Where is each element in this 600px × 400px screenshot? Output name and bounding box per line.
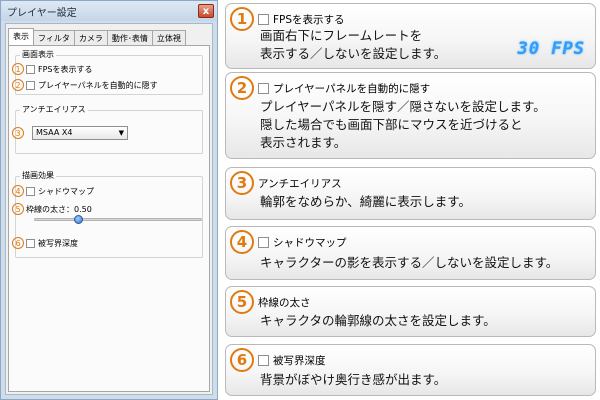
tab-strip: 表示 フィルタ カメラ 動作･表情 立体視	[8, 28, 186, 45]
card-header: 2 プレイヤーパネルを自動的に隠す	[230, 76, 430, 100]
callout-number: 2	[230, 76, 254, 100]
auto-hide-panel-label[interactable]: プレイヤーパネルを自動的に隠す	[38, 80, 158, 91]
tab-motion-expression[interactable]: 動作･表情	[106, 30, 153, 45]
description-line: キャラクターの影を表示する／しないを設定します。	[260, 255, 559, 270]
card-description: 輪郭をなめらか、綺麗に表示します。	[260, 193, 471, 211]
edge-width-label: 枠線の太さ：0.50	[26, 204, 92, 214]
card-title: シャドウマップ	[273, 236, 347, 249]
description-line: プレイヤーパネルを隠す／隠さないを設定します。	[260, 99, 546, 114]
depth-of-field-label[interactable]: 被写界深度	[38, 238, 78, 249]
card-description: プレイヤーパネルを隠す／隠さないを設定します。 隠した場合でも画面下部にマウスを…	[260, 98, 546, 152]
card-title: プレイヤーパネルを自動的に隠す	[273, 82, 431, 95]
help-card-edge-width: 5 枠線の太さ キャラクタの輪郭線の太さを設定します。	[225, 286, 596, 337]
card-header: 4 シャドウマップ	[230, 230, 347, 254]
edge-width-label-row: 5 枠線の太さ：0.50	[12, 203, 92, 215]
depth-of-field-checkbox[interactable]	[26, 238, 35, 248]
description-line: 表示する／しないを設定します。	[260, 46, 447, 61]
auto-hide-option-row: 2 プレイヤーパネルを自動的に隠す	[12, 79, 158, 91]
callout-number: 4	[230, 230, 254, 254]
dof-option-row: 6 被写界深度	[12, 237, 78, 249]
tab-panel-display: 画面表示 1 FPSを表示する 2 プレイヤーパネルを自動的に隠す アンチエイリ…	[8, 45, 210, 392]
callout-number: 6	[12, 237, 24, 249]
checkbox-icon	[258, 82, 269, 94]
card-header: 6 被写界深度	[230, 348, 326, 372]
callout-number: 3	[230, 171, 254, 195]
auto-hide-panel-checkbox[interactable]	[26, 80, 35, 90]
close-button[interactable]: x	[198, 4, 214, 18]
description-line: 輪郭をなめらか、綺麗に表示します。	[260, 194, 472, 209]
shadow-map-label[interactable]: シャドウマップ	[38, 186, 94, 197]
card-title: 被写界深度	[273, 354, 326, 367]
description-line: キャラクタの輪郭線の太さを設定します。	[260, 313, 496, 328]
window-client: 表示 フィルタ カメラ 動作･表情 立体視 画面表示 1 FPSを表示する 2 …	[5, 23, 213, 395]
player-settings-window: プレイヤー設定 x 表示 フィルタ カメラ 動作･表情 立体視 画面表示 1 F…	[0, 0, 218, 400]
tab-display[interactable]: 表示	[8, 28, 34, 45]
card-description: キャラクターの影を表示する／しないを設定します。	[260, 254, 558, 272]
group-antialiasing: アンチエイリアス 3 MSAA X4 ▼	[12, 104, 203, 154]
callout-number: 6	[230, 348, 254, 372]
card-description: 画面右下にフレームレートを 表示する／しないを設定します。	[260, 27, 446, 63]
card-header: 3 アンチエイリアス	[230, 171, 342, 195]
tab-stereo[interactable]: 立体視	[151, 30, 186, 45]
callout-number: 3	[12, 127, 24, 139]
tab-filter[interactable]: フィルタ	[33, 30, 75, 45]
group-title: 描画効果	[20, 170, 56, 182]
title-bar[interactable]: プレイヤー設定 x	[1, 1, 217, 21]
card-title: 枠線の太さ	[258, 296, 311, 309]
checkbox-icon	[258, 236, 269, 248]
fps-counter-sample: 30 FPS	[517, 39, 585, 59]
callout-number: 1	[230, 7, 254, 31]
group-rendering-effects: 描画効果 4 シャドウマップ 5 枠線の太さ：0.50 6 被写界深度	[12, 170, 203, 258]
card-description: キャラクタの輪郭線の太さを設定します。	[260, 312, 496, 330]
callout-number: 5	[12, 203, 24, 215]
help-card-antialiasing: 3 アンチエイリアス 輪郭をなめらか、綺麗に表示します。	[225, 167, 596, 220]
description-line: 画面右下にフレームレートを	[260, 28, 423, 43]
edge-width-slider-thumb[interactable]	[73, 215, 83, 224]
shadow-map-checkbox[interactable]	[26, 186, 35, 196]
card-header: 5 枠線の太さ	[230, 290, 311, 314]
checkbox-icon	[258, 13, 269, 25]
checkbox-icon	[258, 354, 269, 366]
fps-option-row: 1 FPSを表示する	[12, 63, 93, 75]
group-screen-display: 画面表示 1 FPSを表示する 2 プレイヤーパネルを自動的に隠す	[12, 49, 203, 95]
tab-camera[interactable]: カメラ	[73, 30, 108, 45]
chevron-down-icon: ▼	[118, 129, 124, 137]
antialias-selected-value: MSAA X4	[36, 128, 73, 137]
shadow-map-option-row: 4 シャドウマップ	[12, 185, 94, 197]
antialias-select[interactable]: MSAA X4 ▼	[32, 126, 128, 140]
help-card-depth-of-field: 6 被写界深度 背景がぼやけ奥行き感が出ます。	[225, 344, 596, 396]
description-line: 隠した場合でも画面下部にマウスを近づけると	[260, 117, 523, 132]
callout-number: 4	[12, 185, 24, 197]
edge-width-slider-track[interactable]	[34, 218, 202, 221]
card-title: FPSを表示する	[273, 13, 345, 26]
group-title: アンチエイリアス	[20, 104, 88, 116]
callout-number: 2	[12, 79, 24, 91]
help-card-shadow-map: 4 シャドウマップ キャラクターの影を表示する／しないを設定します。	[225, 226, 596, 280]
description-line: 背景がぼやけ奥行き感が出ます。	[260, 372, 447, 387]
card-description: 背景がぼやけ奥行き感が出ます。	[260, 371, 446, 389]
callout-number: 1	[12, 63, 24, 75]
card-title: アンチエイリアス	[258, 177, 342, 190]
fps-checkbox-label[interactable]: FPSを表示する	[38, 64, 93, 75]
help-card-fps: 1 FPSを表示する 画面右下にフレームレートを 表示する／しないを設定します。…	[225, 3, 596, 69]
description-line: 表示されます。	[260, 135, 347, 150]
fps-checkbox[interactable]	[26, 64, 35, 74]
group-title: 画面表示	[20, 49, 56, 61]
window-title: プレイヤー設定	[7, 7, 77, 19]
help-card-auto-hide-panel: 2 プレイヤーパネルを自動的に隠す プレイヤーパネルを隠す／隠さないを設定します…	[225, 72, 596, 159]
callout-number: 5	[230, 290, 254, 314]
